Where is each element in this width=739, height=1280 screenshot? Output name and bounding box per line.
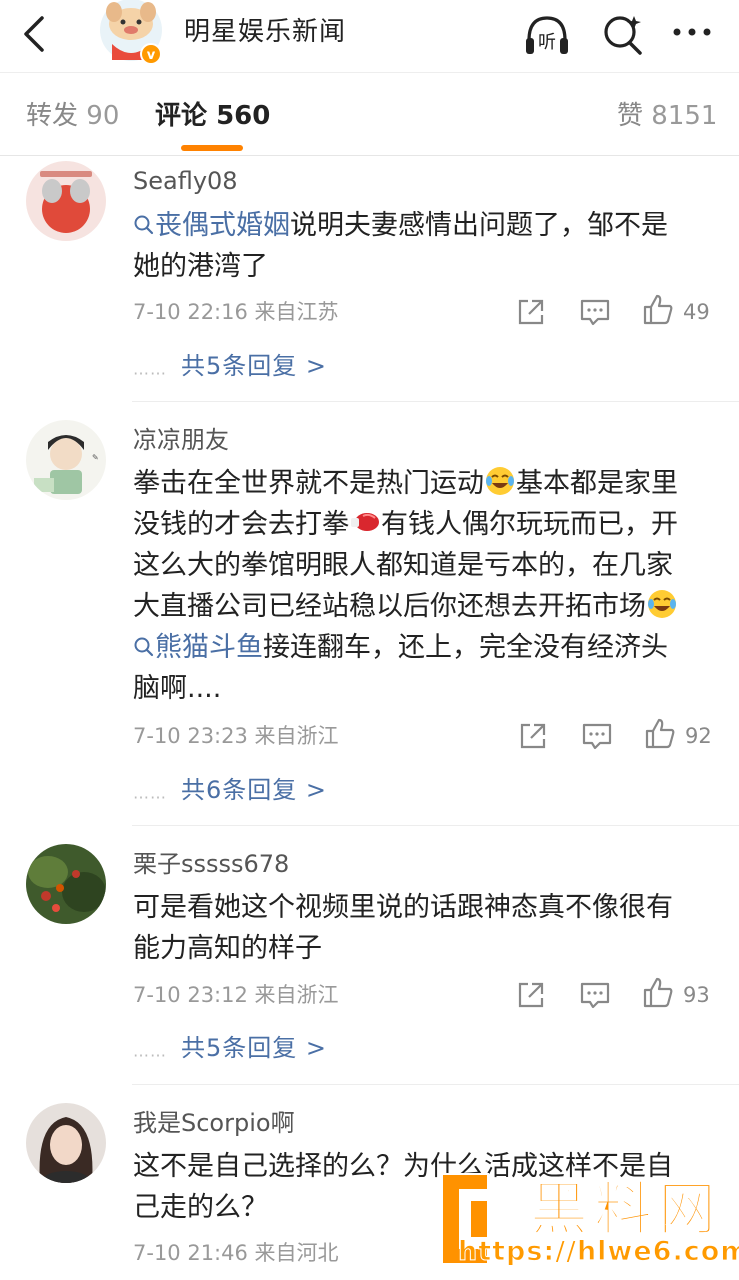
topic-link[interactable]: 丧偶式婚姻 [133,210,290,241]
more-dots-icon [673,28,711,36]
like-button[interactable] [643,717,677,751]
share-icon [518,299,544,325]
avatar[interactable] [26,844,106,924]
avatar[interactable] [26,1103,106,1183]
replies-link[interactable]: …… 共5条回复 > [133,1033,327,1067]
replies-link[interactable]: …… 共6条回复 > [133,775,327,809]
username[interactable]: Seafly08 [133,165,238,197]
comment-icon [580,299,610,326]
svg-text:✎: ✎ [92,453,99,462]
like-count: 92 [685,724,712,748]
comment-meta: 7-10 21:46 来自河北 [133,1241,339,1265]
thumbs-up-icon [643,294,673,325]
divider [132,1084,739,1085]
thumbs-up-icon [645,718,675,749]
watermark-text: 黑料网 [529,1174,723,1244]
svg-text:听: 听 [538,32,556,53]
svg-text:v: v [147,48,156,63]
laughing-crying-emoji-icon [648,590,676,618]
account-avatar[interactable]: v [96,0,166,66]
tab-likes[interactable]: 赞 8151 [617,99,717,133]
active-tab-indicator [181,145,243,151]
comment-meta: 7-10 23:12 来自浙江 [133,983,339,1007]
share-button[interactable] [516,719,550,753]
comment-icon [580,982,610,1009]
reply-button[interactable] [578,978,612,1012]
more-button[interactable] [668,10,718,60]
search-icon [134,215,154,235]
tab-repost[interactable]: 转发 90 [26,99,119,133]
boxing-glove-emoji-icon [351,513,379,531]
watermark-url: https://hlwe6.com [457,1236,739,1268]
username[interactable]: 栗子sssss678 [133,848,289,880]
divider [132,401,739,402]
search-button[interactable] [598,10,648,60]
share-button[interactable] [514,978,548,1012]
like-count: 49 [683,300,710,324]
search-icon [134,637,154,657]
reply-button[interactable] [578,295,612,329]
divider [132,825,739,826]
page-title: 明星娱乐新闻 [184,17,347,47]
like-count: 93 [683,983,710,1007]
comment-meta: 7-10 22:16 来自江苏 [133,300,339,324]
search-icon [604,16,642,55]
chevron-left-icon [24,16,44,52]
username[interactable]: 凉凉朋友 [133,424,229,456]
avatar[interactable] [26,161,106,241]
tab-bar: 转发 90 评论 560 赞 8151 [0,72,739,156]
replies-link[interactable]: …… 共5条回复 > [133,351,327,385]
like-button[interactable] [641,976,675,1010]
back-button[interactable] [18,12,54,56]
comment-text: 拳击在全世界就不是热门运动 基本都是家里 没钱的才会去打拳 有钱人偶尔玩玩而已，开 … [133,463,713,709]
topic-link[interactable]: 熊猫斗鱼 [133,632,263,663]
comment-text: 可是看她这个视频里说的话跟神态真不像很有 能力高知的样子 [133,892,673,964]
share-button[interactable] [514,295,548,329]
like-button[interactable] [641,293,675,327]
headphones-icon: 听 [526,16,568,54]
share-icon [518,982,544,1008]
comment-icon [582,723,612,750]
reply-button[interactable] [580,719,614,753]
username[interactable]: 我是Scorpio啊 [133,1107,295,1139]
listen-button[interactable]: 听 [522,10,572,60]
laughing-crying-emoji-icon [486,467,514,495]
thumbs-up-icon [643,977,673,1008]
comment-text: 丧偶式婚姻说明夫妻感情出问题了，邹不是 她的港湾了 [133,210,668,282]
comment-meta: 7-10 23:23 来自浙江 [133,724,339,748]
top-bar: v 明星娱乐新闻 听 [0,0,739,72]
avatar[interactable]: ✎ [26,420,106,500]
tab-comments[interactable]: 评论 560 [155,99,270,133]
share-icon [520,723,546,749]
